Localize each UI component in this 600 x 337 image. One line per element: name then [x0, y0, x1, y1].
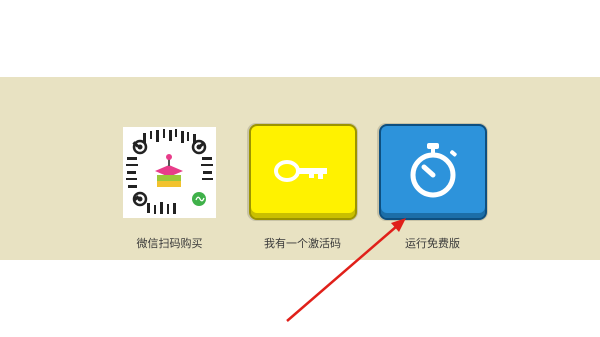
- run-free-version-button[interactable]: [379, 124, 487, 220]
- stopwatch-icon: [410, 143, 457, 198]
- activation-code-button[interactable]: [249, 124, 357, 220]
- mini-program-qr-code-icon: [126, 129, 213, 214]
- activation-code-label: 我有一个激活码: [264, 237, 341, 250]
- key-icon: [274, 160, 327, 182]
- scan-to-buy-label: 微信扫码购买: [136, 237, 203, 250]
- activation-dialog: 微信扫码购买 我有一个激活码 运行免费版: [0, 0, 600, 337]
- run-free-version-label: 运行免费版: [405, 237, 460, 250]
- wechat-qr-code[interactable]: [123, 127, 216, 218]
